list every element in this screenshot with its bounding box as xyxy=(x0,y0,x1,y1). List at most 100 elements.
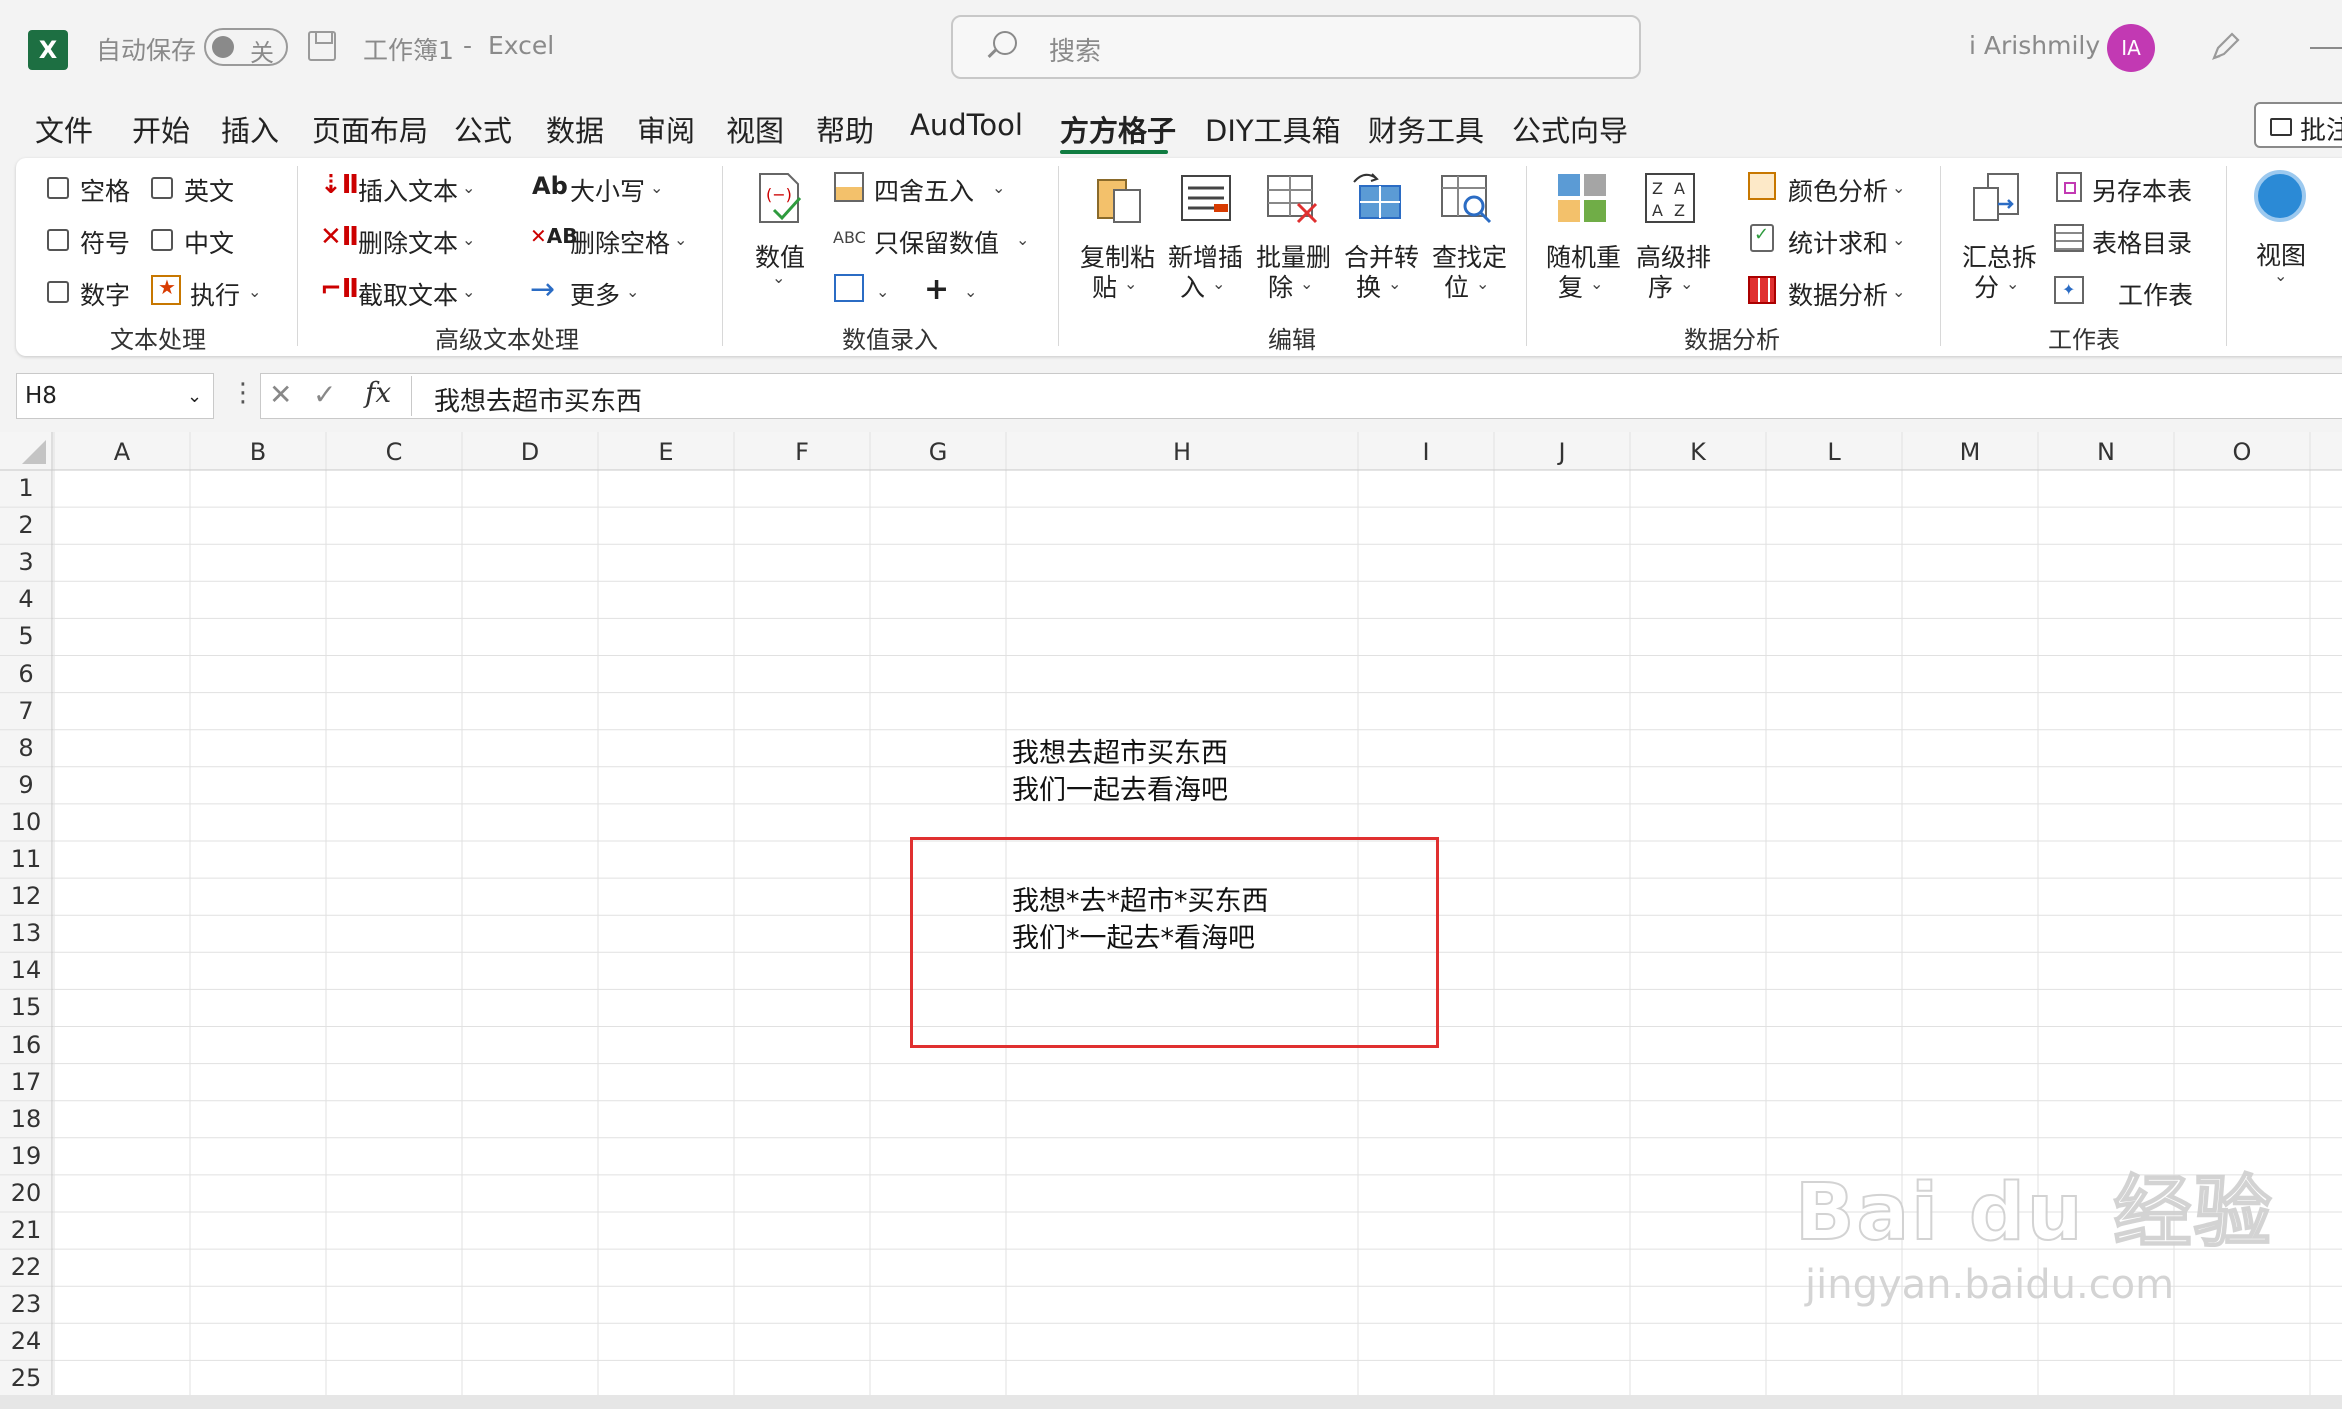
numeric-value-chevron-icon[interactable]: ⌄ xyxy=(772,268,785,287)
row-header-24[interactable]: 24 xyxy=(0,1323,52,1360)
minimize-icon[interactable] xyxy=(2310,47,2342,49)
checkbox-digits[interactable] xyxy=(47,281,69,303)
autosave-toggle[interactable]: 关 xyxy=(204,28,288,67)
worksheet-chevron-icon[interactable]: ⌄ xyxy=(2180,282,2193,301)
column-header-N[interactable]: N xyxy=(2038,432,2174,470)
extract-text-button[interactable]: 截取文本 xyxy=(358,276,458,312)
name-box-dropdown-icon[interactable]: ⌄ xyxy=(187,386,202,407)
column-header-K[interactable]: K xyxy=(1630,432,1766,470)
column-header-M[interactable]: M xyxy=(1902,432,2038,470)
row-header-3[interactable]: 3 xyxy=(0,544,52,581)
row-header-9[interactable]: 9 xyxy=(0,767,52,804)
summary-split-chevron-icon[interactable]: ⌄ xyxy=(2006,274,2019,293)
row-header-14[interactable]: 14 xyxy=(0,952,52,989)
color-analysis-chevron-icon[interactable]: ⌄ xyxy=(1892,178,1905,197)
tab-review[interactable]: 审阅 xyxy=(637,108,695,150)
tab-formulas[interactable]: 公式 xyxy=(454,108,512,150)
tab-fangfanggezi[interactable]: 方方格子 xyxy=(1060,108,1176,150)
row-header-22[interactable]: 22 xyxy=(0,1249,52,1286)
column-header-F[interactable]: F xyxy=(734,432,870,470)
notes-button[interactable]: 批注 xyxy=(2254,102,2342,148)
cell-H9[interactable]: 我们一起去看海吧 xyxy=(1012,768,1228,807)
checkbox-english[interactable] xyxy=(151,177,173,199)
row-header-23[interactable]: 23 xyxy=(0,1286,52,1323)
delete-text-button[interactable]: 删除文本 xyxy=(358,224,458,260)
tab-formula-wizard[interactable]: 公式向导 xyxy=(1512,108,1628,150)
search-box[interactable]: 搜索 xyxy=(951,15,1641,79)
column-header-L[interactable]: L xyxy=(1766,432,1902,470)
row-header-17[interactable]: 17 xyxy=(0,1064,52,1101)
delete-text-chevron-icon[interactable]: ⌄ xyxy=(462,230,475,249)
stats-sum-button[interactable]: 统计求和 xyxy=(1788,224,1888,260)
row-header-8[interactable]: 8 xyxy=(0,730,52,767)
merge-convert-chevron-icon[interactable]: ⌄ xyxy=(1388,274,1401,293)
insert-text-button[interactable]: 插入文本 xyxy=(358,172,458,208)
pen-icon[interactable] xyxy=(2208,28,2244,64)
tab-home[interactable]: 开始 xyxy=(132,108,190,150)
tab-data[interactable]: 数据 xyxy=(546,108,604,150)
find-locate-chevron-icon[interactable]: ⌄ xyxy=(1476,274,1489,293)
fx-icon[interactable]: fx xyxy=(365,376,391,409)
name-box[interactable]: H8 ⌄ xyxy=(16,373,214,419)
merge-convert-line2[interactable]: 换 xyxy=(1356,268,1381,304)
column-header-G[interactable]: G xyxy=(870,432,1006,470)
color-analysis-button[interactable]: 颜色分析 xyxy=(1788,172,1888,208)
insert-text-chevron-icon[interactable]: ⌄ xyxy=(462,178,475,197)
sheet-scrollbar[interactable] xyxy=(0,1395,2342,1409)
extract-text-chevron-icon[interactable]: ⌄ xyxy=(462,282,475,301)
row-header-1[interactable]: 1 xyxy=(0,470,52,507)
case-chevron-icon[interactable]: ⌄ xyxy=(650,178,663,197)
advanced-sort-chevron-icon[interactable]: ⌄ xyxy=(1680,274,1693,293)
case-button[interactable]: 大小写 xyxy=(570,172,645,208)
random-repeat-chevron-icon[interactable]: ⌄ xyxy=(1590,274,1603,293)
row-header-25[interactable]: 25 xyxy=(0,1360,52,1397)
column-header-A[interactable]: A xyxy=(54,432,190,470)
random-repeat-line2[interactable]: 复 xyxy=(1558,268,1583,304)
row-header-21[interactable]: 21 xyxy=(0,1212,52,1249)
row-header-12[interactable]: 12 xyxy=(0,878,52,915)
delete-spaces-button[interactable]: 删除空格 xyxy=(570,224,670,260)
row-header-2[interactable]: 2 xyxy=(0,507,52,544)
execute-button[interactable]: 执行 xyxy=(190,276,240,312)
delete-spaces-chevron-icon[interactable]: ⌄ xyxy=(674,230,687,249)
column-header-D[interactable]: D xyxy=(462,432,598,470)
column-header-B[interactable]: B xyxy=(190,432,326,470)
stats-sum-chevron-icon[interactable]: ⌄ xyxy=(1892,230,1905,249)
table-toc-button[interactable]: 表格目录 xyxy=(2092,224,2192,260)
insert-new-chevron-icon[interactable]: ⌄ xyxy=(1212,274,1225,293)
checkbox-spaces[interactable] xyxy=(47,177,69,199)
row-header-13[interactable]: 13 xyxy=(0,915,52,952)
row-header-4[interactable]: 4 xyxy=(0,581,52,618)
tab-page-layout[interactable]: 页面布局 xyxy=(312,108,428,150)
cancel-icon[interactable]: ✕ xyxy=(269,378,292,411)
column-header-E[interactable]: E xyxy=(598,432,734,470)
row-header-20[interactable]: 20 xyxy=(0,1175,52,1212)
batch-delete-line2[interactable]: 除 xyxy=(1268,268,1293,304)
more-button[interactable]: 更多 xyxy=(570,276,620,312)
column-header-J[interactable]: J xyxy=(1494,432,1630,470)
checkbox-chinese[interactable] xyxy=(151,229,173,251)
view-chevron-icon[interactable]: ⌄ xyxy=(2274,266,2287,285)
row-header-10[interactable]: 10 xyxy=(0,804,52,841)
row-header-15[interactable]: 15 xyxy=(0,989,52,1026)
column-header-O[interactable]: O xyxy=(2174,432,2310,470)
summary-split-line2[interactable]: 分 xyxy=(1974,268,1999,304)
plus-chevron-icon[interactable]: ⌄ xyxy=(964,282,977,301)
row-header-7[interactable]: 7 xyxy=(0,693,52,730)
tab-file[interactable]: 文件 xyxy=(35,108,93,150)
execute-chevron-icon[interactable]: ⌄ xyxy=(248,282,261,301)
tab-audtool[interactable]: AudTool xyxy=(910,108,1023,142)
column-header-H[interactable]: H xyxy=(1006,432,1358,470)
copy-paste-chevron-icon[interactable]: ⌄ xyxy=(1124,274,1137,293)
tab-finance-tools[interactable]: 财务工具 xyxy=(1368,108,1484,150)
plus-icon[interactable]: + xyxy=(924,272,949,307)
user-name[interactable]: i Arishmily xyxy=(1969,31,2100,60)
column-header-I[interactable]: I xyxy=(1358,432,1494,470)
checkbox-symbols[interactable] xyxy=(47,229,69,251)
row-header-18[interactable]: 18 xyxy=(0,1101,52,1138)
more-options-icon[interactable]: ⋮ xyxy=(230,378,256,408)
enter-check-icon[interactable]: ✓ xyxy=(313,378,336,411)
advanced-sort-line2[interactable]: 序 xyxy=(1648,268,1673,304)
cell-H8[interactable]: 我想去超市买东西 xyxy=(1012,731,1228,770)
tab-help[interactable]: 帮助 xyxy=(816,108,874,150)
